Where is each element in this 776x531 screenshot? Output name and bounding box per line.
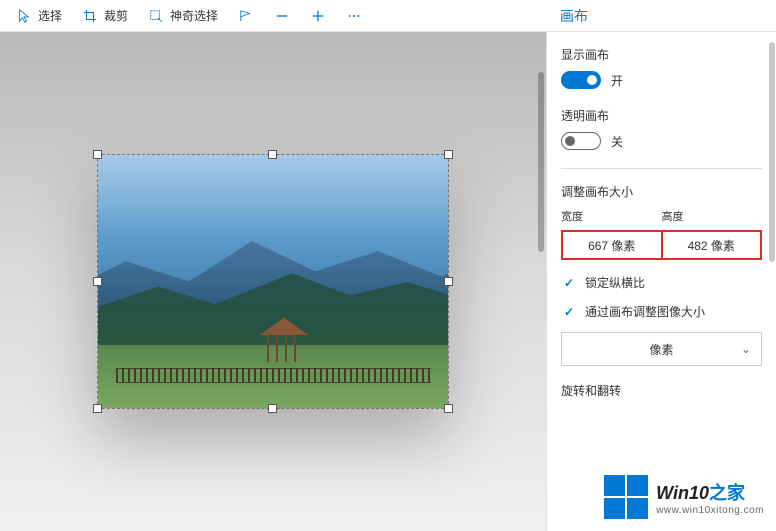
- top-toolbar: 选择 裁剪 神奇选择 画布: [0, 0, 776, 32]
- resize-handle-tc[interactable]: [268, 150, 277, 159]
- windows-logo-icon: [604, 475, 648, 519]
- resize-handle-mr[interactable]: [444, 277, 453, 286]
- check-icon: ✓: [561, 304, 577, 320]
- transparent-canvas-state: 关: [611, 133, 623, 150]
- canvas-scrollbar[interactable]: [538, 72, 544, 252]
- resize-handle-bc[interactable]: [268, 404, 277, 413]
- watermark-title: Win10之家: [656, 479, 764, 505]
- resize-handle-br[interactable]: [444, 404, 453, 413]
- resize-handle-tl[interactable]: [93, 150, 102, 159]
- show-canvas-label: 显示画布: [561, 46, 762, 63]
- height-input[interactable]: 482 像素: [662, 230, 763, 260]
- unit-select[interactable]: 像素 ⌄: [561, 332, 762, 366]
- width-label: 宽度: [561, 208, 662, 224]
- canvas-image[interactable]: [98, 155, 448, 408]
- chevron-down-icon: ⌄: [741, 342, 751, 356]
- show-canvas-toggle[interactable]: [561, 71, 601, 89]
- crop-label: 裁剪: [104, 7, 128, 24]
- watermark: Win10之家 www.win10xitong.com: [604, 475, 764, 519]
- transparent-canvas-label: 透明画布: [561, 107, 762, 124]
- canvas-workspace[interactable]: [0, 32, 546, 531]
- transparent-canvas-toggle[interactable]: [561, 132, 601, 150]
- panel-title: 画布: [560, 6, 768, 26]
- resize-handle-ml[interactable]: [93, 277, 102, 286]
- panel-scrollbar[interactable]: [769, 42, 775, 262]
- magic-select-tool[interactable]: 神奇选择: [140, 3, 226, 28]
- dimensions-row: 宽度 667 像素 高度 482 像素: [561, 208, 762, 260]
- resize-handle-tr[interactable]: [444, 150, 453, 159]
- select-label: 选择: [38, 7, 62, 24]
- zoom-in-button[interactable]: [302, 4, 334, 28]
- main-area: 显示画布 开 透明画布 关 调整画布大小 宽度 667 像素 高度 482 像素…: [0, 32, 776, 531]
- minus-icon: [274, 8, 290, 24]
- show-canvas-state: 开: [611, 72, 623, 89]
- canvas-selection[interactable]: [98, 155, 448, 408]
- zoom-out-button[interactable]: [266, 4, 298, 28]
- magic-icon: [148, 8, 164, 24]
- cursor-icon: [16, 8, 32, 24]
- crop-tool[interactable]: 裁剪: [74, 3, 136, 28]
- resize-handle-bl[interactable]: [93, 404, 102, 413]
- more-button[interactable]: [338, 4, 370, 28]
- width-input[interactable]: 667 像素: [561, 230, 662, 260]
- more-icon: [346, 8, 362, 24]
- magic-label: 神奇选择: [170, 7, 218, 24]
- height-label: 高度: [662, 208, 763, 224]
- canvas-panel: 显示画布 开 透明画布 关 调整画布大小 宽度 667 像素 高度 482 像素…: [546, 32, 776, 531]
- watermark-url: www.win10xitong.com: [656, 505, 764, 516]
- flag-icon: [238, 8, 254, 24]
- flag-tool[interactable]: [230, 4, 262, 28]
- unit-value: 像素: [649, 341, 673, 358]
- plus-icon: [310, 8, 326, 24]
- lock-aspect-label: 锁定纵横比: [585, 274, 645, 291]
- divider: [561, 168, 762, 169]
- lock-aspect-checkbox[interactable]: ✓ 锁定纵横比: [561, 274, 762, 291]
- resize-image-label: 通过画布调整图像大小: [585, 303, 705, 320]
- resize-heading: 调整画布大小: [561, 183, 762, 200]
- select-tool[interactable]: 选择: [8, 3, 70, 28]
- rotate-heading: 旋转和翻转: [561, 382, 762, 399]
- check-icon: ✓: [561, 275, 577, 291]
- crop-icon: [82, 8, 98, 24]
- resize-image-checkbox[interactable]: ✓ 通过画布调整图像大小: [561, 303, 762, 320]
